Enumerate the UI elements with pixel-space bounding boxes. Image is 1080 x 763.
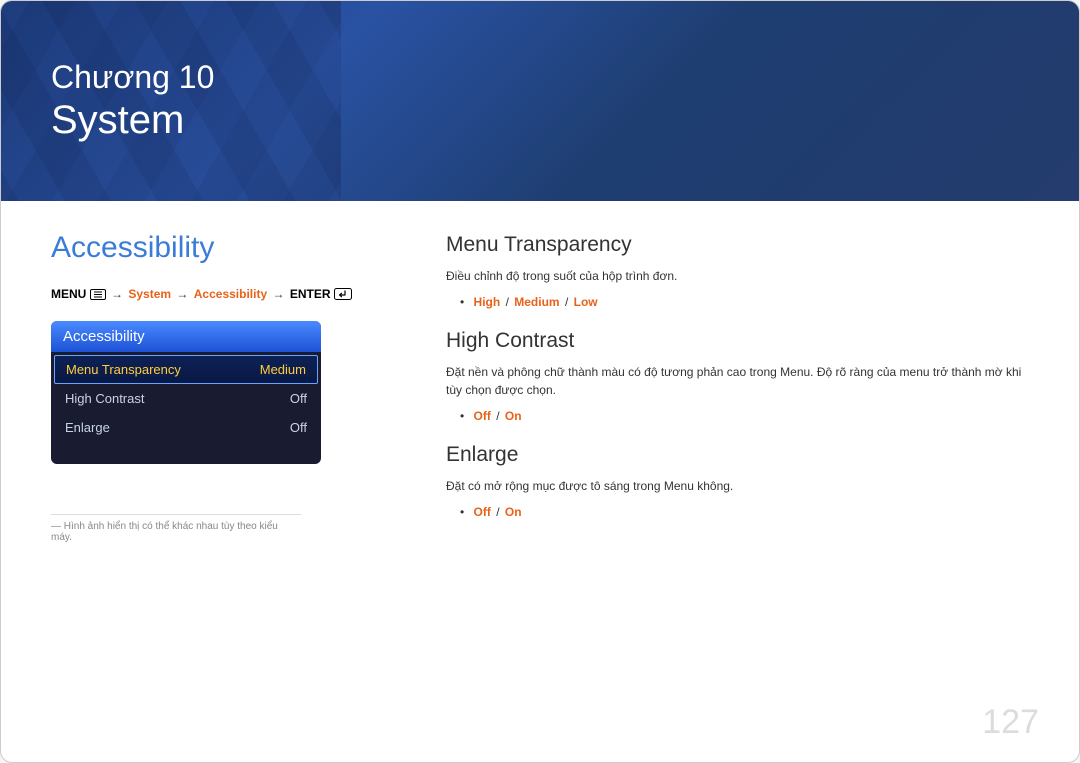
option-sep: / (494, 409, 501, 423)
option-sep: / (494, 505, 501, 519)
breadcrumb-step-accessibility: Accessibility (194, 287, 267, 301)
menu-row-value: Medium (260, 362, 306, 377)
option-sep: / (504, 295, 511, 309)
menu-row-label: High Contrast (65, 391, 144, 406)
subsection-title-enlarge: Enlarge (446, 443, 1029, 467)
breadcrumb-arrow: → (109, 287, 125, 301)
page-container: Chương 10 System Accessibility MENU → Sy… (0, 0, 1080, 763)
subsection-title-menu-transparency: Menu Transparency (446, 233, 1029, 257)
menu-panel-body: Menu Transparency Medium High Contrast O… (51, 355, 321, 464)
option-bullet: • High / Medium / Low (446, 295, 1029, 309)
page-number: 127 (982, 703, 1039, 742)
menu-row-enlarge[interactable]: Enlarge Off (51, 413, 321, 442)
bullet-icon: • (460, 295, 470, 309)
option-off: Off (474, 505, 491, 519)
option-off: Off (474, 409, 491, 423)
header-text: Chương 10 System (51, 59, 214, 143)
enter-icon (334, 288, 352, 303)
option-high: High (474, 295, 501, 309)
menu-row-label: Enlarge (65, 420, 110, 435)
option-bullet: • Off / On (446, 505, 1029, 519)
breadcrumb-menu-label: MENU (51, 287, 86, 301)
option-low: Low (574, 295, 598, 309)
bullet-icon: • (460, 505, 470, 519)
menu-row-menu-transparency[interactable]: Menu Transparency Medium (54, 355, 318, 384)
chapter-label: Chương 10 (51, 59, 214, 96)
option-bullet: • Off / On (446, 409, 1029, 423)
subsection-desc: Điều chỉnh độ trong suốt của hộp trình đ… (446, 267, 1029, 285)
menu-icon (90, 289, 106, 303)
menu-panel-header: Accessibility (51, 321, 321, 352)
menu-row-value: Off (290, 420, 307, 435)
menu-row-label: Menu Transparency (66, 362, 181, 377)
subsection-desc: Đặt nền và phông chữ thành màu có độ tươ… (446, 363, 1029, 399)
chapter-title: System (51, 98, 214, 143)
footnote: ― Hình ảnh hiển thị có thể khác nhau tùy… (51, 514, 301, 543)
breadcrumb-step-system: System (128, 287, 171, 301)
bullet-icon: • (460, 409, 470, 423)
content-area: Accessibility MENU → System → Accessibil… (1, 201, 1079, 563)
option-on: On (505, 505, 522, 519)
breadcrumb-arrow: → (174, 287, 190, 301)
option-on: On (505, 409, 522, 423)
option-medium: Medium (514, 295, 559, 309)
subsection-desc: Đặt có mở rộng mục được tô sáng trong Me… (446, 477, 1029, 495)
breadcrumb-arrow: → (270, 287, 286, 301)
subsection-title-high-contrast: High Contrast (446, 329, 1029, 353)
left-column: Accessibility MENU → System → Accessibil… (51, 231, 421, 543)
option-sep: / (563, 295, 570, 309)
breadcrumb-enter-label: ENTER (290, 287, 331, 301)
breadcrumb: MENU → System → Accessibility → ENTER (51, 287, 421, 303)
right-column: Menu Transparency Điều chỉnh độ trong su… (421, 231, 1029, 543)
menu-row-value: Off (290, 391, 307, 406)
section-title: Accessibility (51, 231, 421, 265)
menu-panel: Accessibility Menu Transparency Medium H… (51, 321, 321, 464)
header-banner: Chương 10 System (1, 1, 1079, 201)
menu-row-high-contrast[interactable]: High Contrast Off (51, 384, 321, 413)
